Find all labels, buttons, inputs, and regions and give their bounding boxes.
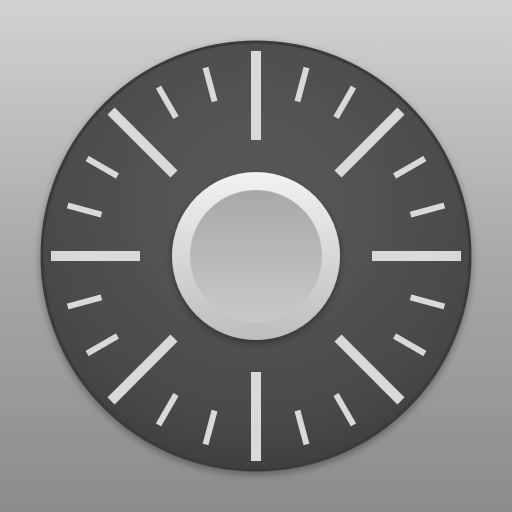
dial-graphic — [40, 40, 472, 472]
center-knob[interactable] — [172, 172, 340, 340]
dial-app-icon — [0, 0, 512, 512]
center-knob-face — [190, 190, 322, 322]
